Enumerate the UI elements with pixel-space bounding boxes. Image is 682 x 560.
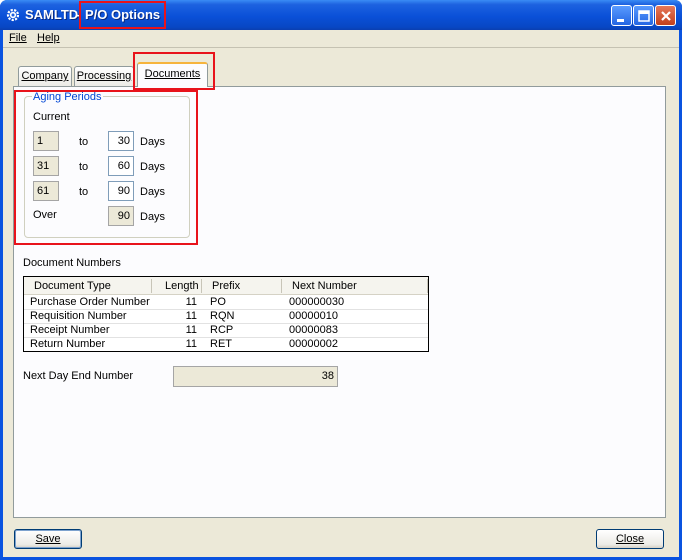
next-day-end-field: 38: [173, 366, 338, 387]
maximize-icon: [638, 10, 650, 22]
days-label: Days: [140, 136, 166, 148]
table-row[interactable]: Return Number 11 RET 00000002: [24, 338, 428, 351]
menu-bar: File Help: [3, 30, 679, 48]
aging-row1-to-input[interactable]: 30: [108, 131, 134, 151]
close-button[interactable]: Close: [596, 529, 664, 549]
menu-help[interactable]: Help: [37, 32, 60, 44]
tab-processing[interactable]: Processing: [74, 66, 134, 86]
save-button[interactable]: Save: [14, 529, 82, 549]
minimize-icon: [617, 19, 624, 22]
column-header-length[interactable]: Length: [165, 280, 199, 292]
column-header-next-number[interactable]: Next Number: [292, 280, 357, 292]
close-window-button[interactable]: [655, 5, 676, 26]
table-header: Document Type Length Prefix Next Number: [24, 277, 428, 295]
aging-row3-from: 61: [33, 181, 59, 201]
window-app-name: SAMLTD: [25, 7, 79, 22]
aging-row3-to-input[interactable]: 90: [108, 181, 134, 201]
aging-over-value: 90: [108, 206, 134, 226]
aging-row2-from: 31: [33, 156, 59, 176]
to-label: to: [79, 136, 89, 148]
aging-row1-from: 1: [33, 131, 59, 151]
document-numbers-label: Document Numbers: [23, 257, 121, 269]
maximize-button[interactable]: [633, 5, 654, 26]
column-header-document-type[interactable]: Document Type: [34, 280, 111, 292]
days-label: Days: [140, 211, 166, 223]
minimize-button[interactable]: [611, 5, 632, 26]
to-label: to: [79, 161, 89, 173]
days-label: Days: [140, 161, 166, 173]
close-icon: [661, 11, 671, 21]
table-row[interactable]: Purchase Order Number 11 PO 000000030: [24, 296, 428, 310]
title-highlight-box: [79, 1, 166, 29]
app-window: SAMLTD - P/O Options File Help Company P…: [0, 0, 682, 560]
tab-highlight-box: [133, 52, 215, 90]
current-label: Current: [33, 111, 70, 123]
menu-file[interactable]: File: [9, 32, 27, 44]
to-label: to: [79, 186, 89, 198]
gear-icon: [6, 8, 20, 22]
title-bar[interactable]: SAMLTD - P/O Options: [0, 0, 682, 30]
tab-company[interactable]: Company: [18, 66, 72, 86]
aging-row2-to-input[interactable]: 60: [108, 156, 134, 176]
next-day-end-label: Next Day End Number: [23, 370, 134, 382]
column-header-prefix[interactable]: Prefix: [212, 280, 240, 292]
document-numbers-table[interactable]: Document Type Length Prefix Next Number …: [23, 276, 429, 352]
days-label: Days: [140, 186, 166, 198]
dialog-client: File Help Company Processing Documents A…: [3, 30, 679, 557]
over-label: Over: [33, 209, 57, 221]
table-row[interactable]: Requisition Number 11 RQN 00000010: [24, 310, 428, 324]
table-row[interactable]: Receipt Number 11 RCP 00000083: [24, 324, 428, 338]
